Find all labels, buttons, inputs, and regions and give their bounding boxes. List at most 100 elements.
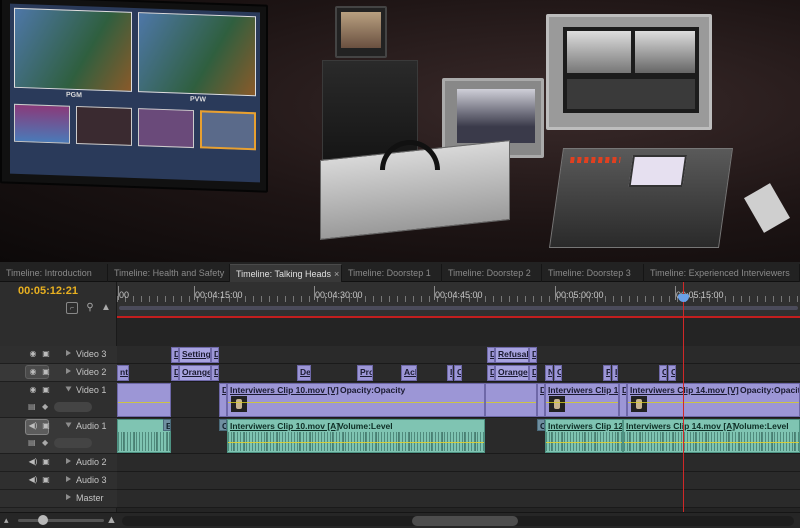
audio-transition[interactable]: E <box>163 419 171 431</box>
current-timecode[interactable]: 00:05:12:21 <box>18 285 78 297</box>
track-header-master: Master <box>0 490 117 508</box>
close-icon[interactable]: × <box>334 269 339 279</box>
expand-triangle-icon[interactable] <box>65 386 72 392</box>
video-2-clip[interactable]: C <box>554 365 562 381</box>
video-2-clip[interactable]: P <box>603 365 611 381</box>
keyframe-nav-buttons[interactable] <box>54 402 92 412</box>
transition-clip[interactable]: D <box>487 365 495 381</box>
video-2-clip[interactable]: N <box>545 365 553 381</box>
video-2-clip[interactable]: nte <box>117 365 129 381</box>
video-2-clip[interactable]: Acl <box>401 365 417 381</box>
opacity-line[interactable] <box>228 402 484 403</box>
eye-icon[interactable]: ◉ <box>28 367 38 376</box>
scrollbar-thumb[interactable] <box>412 516 518 526</box>
clip-effect-opacity[interactable]: Opacity:Opacity <box>740 385 799 395</box>
clip-effect-volume[interactable]: Volume:Level <box>338 421 393 431</box>
sync-lock-icon[interactable]: ▣ <box>41 385 51 394</box>
volume-line[interactable] <box>228 442 484 443</box>
transition-clip[interactable]: D <box>529 365 537 381</box>
video-2-clip[interactable]: I <box>447 365 453 381</box>
tab-doorstep-2[interactable]: Timeline: Doorstep 2 <box>442 264 542 282</box>
opacity-line[interactable] <box>546 402 618 403</box>
sync-lock-icon[interactable]: ▣ <box>41 475 51 484</box>
video-1-clip[interactable] <box>117 383 171 417</box>
zoom-slider-track[interactable] <box>18 519 104 522</box>
sync-lock-icon[interactable]: ▣ <box>41 349 51 358</box>
time-ruler[interactable]: 00 00:04:15:00 00:04:30:00 00:04:45:00 0… <box>117 282 800 318</box>
audio-clip-interviewers-12[interactable]: Interviwers Clip 12. <box>545 419 623 453</box>
opacity-line[interactable] <box>486 402 536 403</box>
playhead-line[interactable] <box>683 282 684 514</box>
clip-label: Refusal <box>498 349 529 359</box>
speaker-icon[interactable]: ◀) <box>28 475 38 484</box>
eye-icon[interactable]: ◉ <box>28 349 38 358</box>
keyframe-nav-icon[interactable]: ◆ <box>42 402 54 412</box>
video-clip-interviewers-14[interactable]: Interviwers Clip 14.mov [V] Opacity:Opac… <box>627 383 800 417</box>
tab-doorstep-1[interactable]: Timeline: Doorstep 1 <box>342 264 442 282</box>
expand-triangle-icon[interactable] <box>66 458 71 464</box>
video-2-clip[interactable]: C <box>659 365 667 381</box>
audio-clip-interviewers-14[interactable]: Interviwers Clip 14.mov [A] Volume:Level <box>623 419 800 453</box>
expand-triangle-icon[interactable] <box>66 368 71 374</box>
sync-lock-icon[interactable]: ▣ <box>41 367 51 376</box>
keyframe-nav-buttons[interactable] <box>54 438 92 448</box>
graphic-clip-refusal[interactable]: Refusal <box>495 347 529 363</box>
video-2-clip[interactable]: I <box>612 365 618 381</box>
clip-effect-opacity[interactable]: Opacity:Opacity <box>340 385 405 395</box>
transition-clip[interactable]: D <box>211 347 219 363</box>
video-1-clip[interactable] <box>485 383 537 417</box>
snap-icon[interactable]: ⌐ <box>66 302 78 314</box>
tab-experienced-interviewers[interactable]: Timeline: Experienced Interviewers <box>644 264 800 282</box>
keyframe-display-icon[interactable]: ▤ <box>28 438 40 448</box>
video-2-clip[interactable]: Orange <box>495 365 529 381</box>
transition-clip[interactable]: D <box>529 347 537 363</box>
sync-lock-icon[interactable]: ▣ <box>41 421 51 430</box>
graphic-clip-setting[interactable]: Setting <box>179 347 211 363</box>
add-marker-icon[interactable]: ▲ <box>100 302 112 314</box>
transition-clip[interactable]: D <box>487 347 495 363</box>
expand-triangle-icon[interactable] <box>66 494 71 500</box>
opacity-line[interactable] <box>628 402 799 403</box>
transition-clip[interactable]: D <box>171 347 179 363</box>
zoom-out-icon[interactable]: ▴ <box>4 515 9 526</box>
video-clip-interviewers-10[interactable]: Interviwers Clip 10.mov [V] Opacity:Opac… <box>227 383 485 417</box>
expand-triangle-icon[interactable] <box>66 476 71 482</box>
clip-label: C <box>671 367 675 377</box>
clip-effect-volume[interactable]: Volume:Level <box>734 421 789 431</box>
transition-clip[interactable]: D <box>619 383 627 417</box>
video-clip-interviewers-1[interactable]: Interviwers Clip 1 <box>545 383 619 417</box>
speaker-icon[interactable]: ◀) <box>28 457 38 466</box>
marker-icon[interactable]: ⚲ <box>84 302 96 314</box>
expand-triangle-icon[interactable] <box>66 350 71 356</box>
video-2-clip[interactable]: Def <box>297 365 311 381</box>
tab-talking-heads[interactable]: Timeline: Talking Heads × <box>230 264 342 282</box>
zoom-in-icon[interactable]: ▲ <box>106 514 117 526</box>
expand-triangle-icon[interactable] <box>65 422 72 428</box>
work-area-bar[interactable] <box>119 306 798 310</box>
keyframe-nav-icon[interactable]: ◆ <box>42 438 54 448</box>
horizontal-scrollbar[interactable] <box>122 516 794 526</box>
speaker-icon[interactable]: ◀) <box>28 421 38 430</box>
lane-video-2: nte D Orange D Def Pro Acl I C D Orange … <box>117 364 800 382</box>
audio-transition[interactable]: C <box>219 419 227 431</box>
video-2-clip[interactable]: C <box>454 365 462 381</box>
tab-introduction[interactable]: Timeline: Introduction <box>0 264 108 282</box>
eye-icon[interactable]: ◉ <box>28 385 38 394</box>
transition-clip[interactable]: D <box>219 383 227 417</box>
tab-health-and-safety[interactable]: Timeline: Health and Safety <box>108 264 230 282</box>
keyframe-display-icon[interactable]: ▤ <box>28 402 40 412</box>
volume-line[interactable] <box>624 442 799 443</box>
zoom-slider-handle[interactable] <box>38 515 48 525</box>
transition-clip[interactable]: D <box>211 365 219 381</box>
sync-lock-icon[interactable]: ▣ <box>41 457 51 466</box>
tab-doorstep-3[interactable]: Timeline: Doorstep 3 <box>542 264 644 282</box>
transition-clip[interactable]: D <box>537 383 545 417</box>
transition-clip[interactable]: D <box>171 365 179 381</box>
opacity-line[interactable] <box>118 402 170 403</box>
video-2-clip[interactable]: Orange <box>179 365 211 381</box>
audio-transition[interactable]: C <box>537 419 545 431</box>
volume-line[interactable] <box>546 442 622 443</box>
video-2-clip[interactable]: Pro <box>357 365 373 381</box>
video-2-clip[interactable]: C <box>668 365 676 381</box>
audio-clip-interviewers-10[interactable]: Interviwers Clip 10.mov [A] Volume:Level <box>227 419 485 453</box>
